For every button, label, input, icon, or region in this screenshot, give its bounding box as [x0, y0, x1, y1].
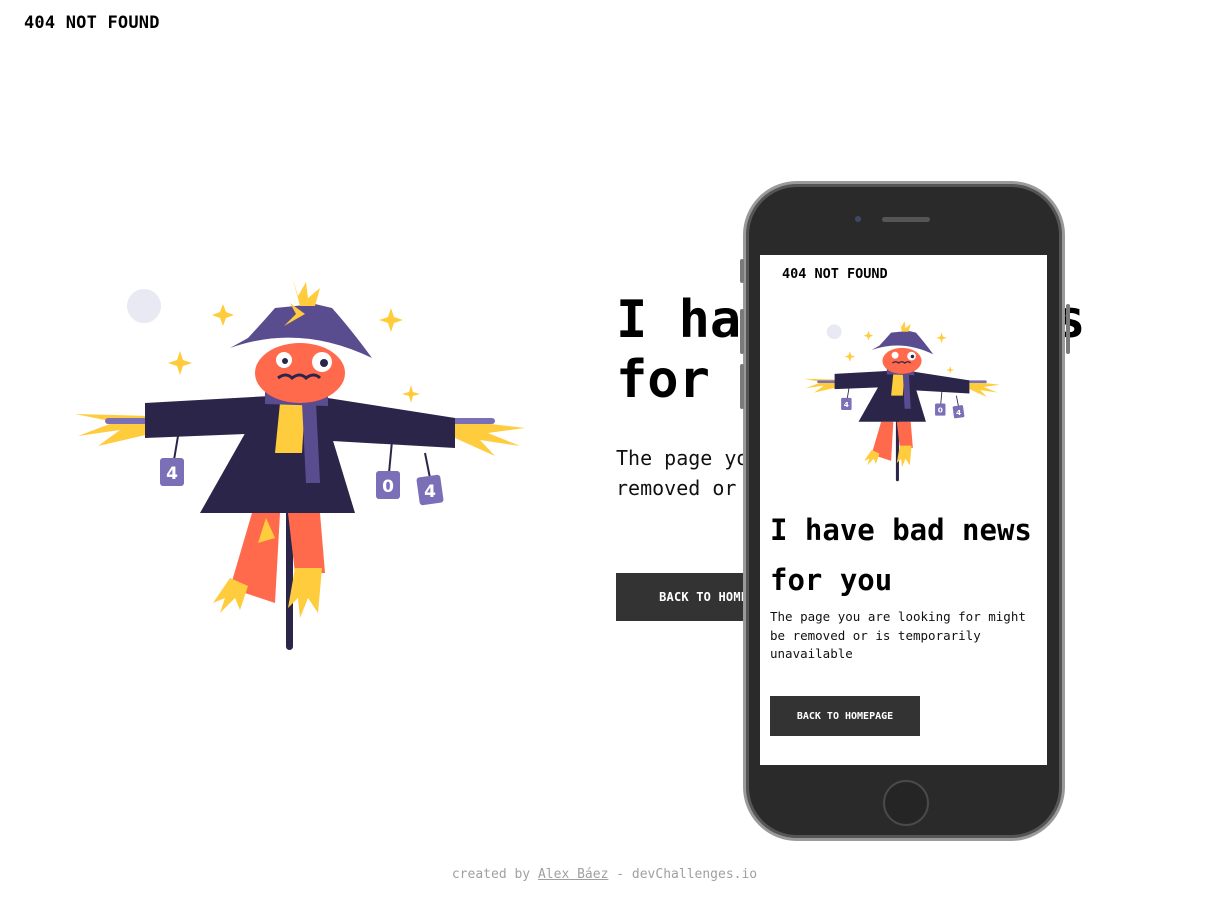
phone-side-button [740, 364, 744, 409]
footer-prefix: created by [451, 867, 531, 882]
footer: created by Alex Báez - devChallenges.io [0, 867, 1209, 882]
phone-camera-icon [855, 216, 861, 222]
mobile-can-label: 4 [956, 408, 961, 417]
phone-side-button [1066, 304, 1070, 354]
phone-speaker [882, 217, 930, 222]
can-label: 0 [382, 477, 394, 497]
brand-title: 404 NOT FOUND [24, 13, 160, 33]
can-label: 4 [166, 464, 178, 484]
mobile-can-label: 0 [938, 406, 943, 415]
mobile-back-to-homepage-button[interactable]: BACK TO HOMEPAGE [770, 696, 920, 736]
mobile-can-label: 4 [844, 400, 849, 409]
mobile-headline: I have bad news for you [770, 513, 1032, 597]
phone-side-button [740, 259, 744, 283]
footer-separator: - [608, 867, 632, 882]
phone-home-button [883, 780, 929, 826]
phone-screen: 404 NOT FOUND 4 0 4 I have bad news for … [760, 255, 1047, 765]
mobile-brand-title: 404 NOT FOUND [782, 266, 888, 282]
mobile-scarecrow-illustration: 4 0 4 [804, 318, 1000, 482]
can-label: 4 [424, 482, 436, 502]
phone-side-button [740, 309, 744, 354]
phone-mockup: 404 NOT FOUND 4 0 4 I have bad news for … [740, 181, 1070, 841]
author-link[interactable]: Alex Báez [538, 867, 608, 882]
scarecrow-illustration: 4 0 4 [75, 276, 525, 650]
mobile-description: The page you are looking for might be re… [770, 609, 1026, 661]
footer-site: devChallenges.io [631, 867, 758, 882]
